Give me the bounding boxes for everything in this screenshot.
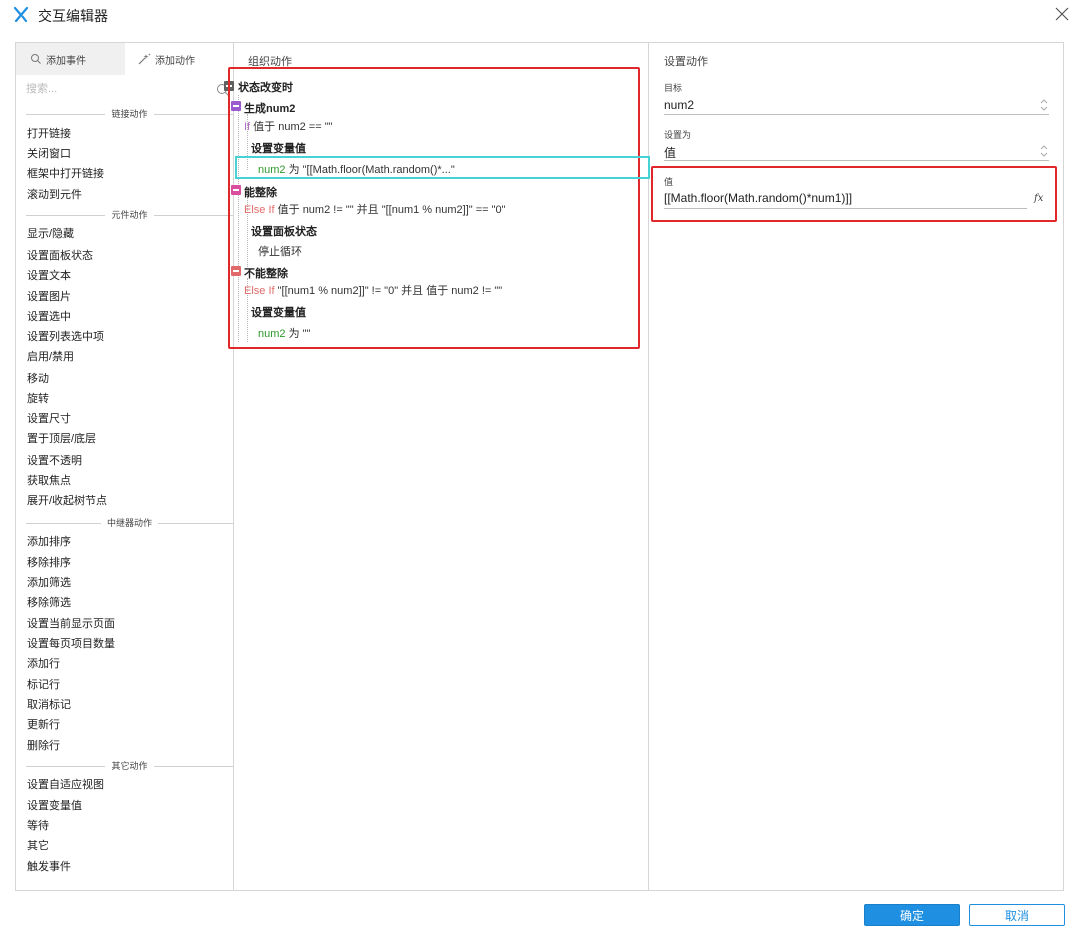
action-item[interactable]: 显示/隐藏: [27, 227, 74, 241]
group-header-other-actions: 其它动作: [26, 759, 233, 773]
set-as-select[interactable]: 值: [664, 144, 676, 161]
action-item[interactable]: 移动: [27, 372, 49, 386]
tab-add-event[interactable]: 添加事件: [16, 43, 125, 75]
action-item[interactable]: 设置图片: [27, 290, 71, 304]
action-item[interactable]: 移除排序: [27, 556, 71, 570]
action-item[interactable]: 框架中打开链接: [27, 167, 104, 181]
action-item[interactable]: 添加排序: [27, 535, 71, 549]
action-item[interactable]: 设置文本: [27, 269, 71, 283]
select-arrows-icon[interactable]: [1040, 144, 1048, 158]
tab-add-action-label: 添加动作: [155, 55, 195, 67]
action-item[interactable]: 置于顶层/底层: [27, 432, 96, 446]
cancel-button[interactable]: 取消: [969, 904, 1065, 926]
action-item[interactable]: 设置面板状态: [27, 249, 93, 263]
action-item[interactable]: 更新行: [27, 718, 60, 732]
highlight-box: [228, 67, 640, 349]
action-item[interactable]: 获取焦点: [27, 474, 71, 488]
tab-bar: 添加事件 添加动作: [16, 43, 233, 75]
action-item[interactable]: 设置尺寸: [27, 412, 71, 426]
action-item[interactable]: 打开链接: [27, 127, 71, 141]
action-item[interactable]: 设置不透明: [27, 454, 82, 468]
action-library-panel: 添加事件 添加动作 链接动作: [16, 43, 234, 890]
action-item[interactable]: 设置自适应视图: [27, 778, 104, 792]
action-item[interactable]: 触发事件: [27, 860, 71, 874]
window-title: 交互编辑器: [38, 8, 108, 24]
action-item[interactable]: 展开/收起树节点: [27, 494, 107, 508]
editor-content: 添加事件 添加动作 链接动作: [15, 42, 1064, 891]
action-item[interactable]: 启用/禁用: [27, 350, 74, 364]
group-header-widget-actions: 元件动作: [26, 208, 233, 222]
action-item[interactable]: 添加筛选: [27, 576, 71, 590]
axure-logo-icon: [13, 6, 29, 22]
field-underline: [664, 114, 1049, 115]
target-label: 目标: [664, 83, 683, 93]
action-item[interactable]: 添加行: [27, 657, 60, 671]
action-item[interactable]: 设置选中: [27, 310, 71, 324]
action-item[interactable]: 取消标记: [27, 698, 71, 712]
highlight-box: [651, 166, 1057, 222]
panel-title-set-action: 设置动作: [664, 56, 708, 68]
ok-button[interactable]: 确定: [864, 904, 960, 926]
action-item[interactable]: 设置当前显示页面: [27, 617, 115, 631]
add-event-icon: [31, 54, 41, 64]
group-header-link-actions: 链接动作: [26, 107, 233, 121]
add-action-icon: [138, 53, 151, 65]
action-item[interactable]: 设置列表选中项: [27, 330, 104, 344]
search-box: [26, 81, 230, 101]
action-item[interactable]: 等待: [27, 819, 49, 833]
action-item[interactable]: 设置变量值: [27, 799, 82, 813]
set-as-label: 设置为: [664, 130, 692, 140]
tab-add-action[interactable]: 添加动作: [125, 43, 233, 75]
action-item[interactable]: 移除筛选: [27, 596, 71, 610]
field-underline: [664, 160, 1049, 161]
search-input[interactable]: [26, 83, 206, 95]
target-select[interactable]: num2: [664, 98, 694, 112]
selected-action-highlight: [235, 156, 650, 179]
action-item[interactable]: 其它: [27, 839, 49, 853]
select-arrows-icon[interactable]: [1040, 98, 1048, 112]
close-icon[interactable]: [1052, 4, 1072, 24]
interaction-editor-window: 交互编辑器 添加事件 添加动作 搜索... 链接动作 打开链接 关闭窗口 框架中…: [0, 0, 1080, 941]
tab-add-event-label: 添加事件: [46, 55, 86, 67]
action-item[interactable]: 删除行: [27, 739, 60, 753]
action-item[interactable]: 滚动到元件: [27, 188, 82, 202]
action-item[interactable]: 旋转: [27, 392, 49, 406]
action-item[interactable]: 设置每页项目数量: [27, 637, 115, 651]
action-item[interactable]: 关闭窗口: [27, 147, 71, 161]
group-header-repeater-actions: 中继器动作: [26, 516, 233, 530]
action-item[interactable]: 标记行: [27, 678, 60, 692]
title-bar: 交互编辑器: [0, 0, 1080, 30]
